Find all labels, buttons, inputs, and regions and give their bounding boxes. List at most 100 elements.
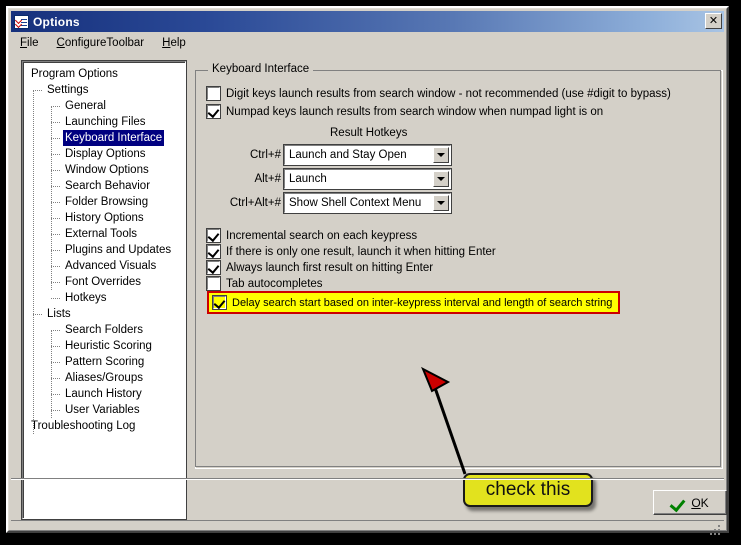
tree-connector (51, 250, 60, 251)
sidebar-item-label: Launch History (65, 388, 142, 400)
sidebar-item-label: Advanced Visuals (65, 260, 157, 272)
tree-connector (51, 218, 60, 219)
sidebar-item-label: Display Options (65, 148, 146, 160)
checkbox-incremental-search[interactable] (206, 228, 221, 243)
green-check-icon (671, 497, 686, 509)
sidebar-item-label: Launching Files (65, 116, 146, 128)
sidebar-item-label: Keyboard Interface (63, 130, 165, 146)
sidebar-item-label: Settings (47, 84, 89, 96)
menu-item-help[interactable]: Help (160, 36, 188, 50)
checkbox-row-delay-search-highlighted[interactable]: Delay search start based on inter-keypre… (207, 291, 620, 314)
checkbox-single-result-enter[interactable] (206, 244, 221, 259)
checkbox-row-tab-autocompletes[interactable]: Tab autocompletes (206, 276, 323, 291)
checkbox-single-result-enter-label: If there is only one result, launch it w… (226, 245, 496, 258)
sidebar-item-settings[interactable]: Settings (27, 82, 183, 98)
sidebar-item-label: General (65, 100, 106, 112)
hotkey-ctrl-alt-value: Show Shell Context Menu (289, 197, 422, 209)
tree-connector (51, 394, 60, 395)
tree-connector (51, 106, 60, 107)
chevron-down-icon[interactable] (433, 147, 449, 163)
tree-connector (51, 266, 60, 267)
tree-connector (51, 154, 60, 155)
sidebar-item-program-options[interactable]: Program Options (27, 66, 183, 82)
hotkey-alt-value: Launch (289, 173, 327, 185)
chevron-down-icon[interactable] (433, 195, 449, 211)
hotkey-row-alt[interactable]: Alt+# Launch (205, 168, 452, 190)
tree-connector (51, 282, 60, 283)
checkbox-row-single-result-enter[interactable]: If there is only one result, launch it w… (206, 244, 496, 259)
tree-connector (51, 170, 60, 171)
resize-grip[interactable] (708, 523, 722, 537)
checkbox-row-incremental-search[interactable]: Incremental search on each keypress (206, 228, 418, 243)
title-bar[interactable]: Options ✕ (11, 11, 724, 32)
checkbox-tab-autocompletes[interactable] (206, 276, 221, 291)
settings-tree-panel[interactable]: Program Options Settings General Launching … (21, 60, 187, 520)
tree-connector (33, 90, 42, 91)
tree-connector (51, 234, 60, 235)
checkbox-incremental-search-label: Incremental search on each keypress (226, 229, 418, 242)
sidebar-item-label: Folder Browsing (65, 196, 149, 208)
groupbox-title: Keyboard Interface (208, 63, 314, 75)
hotkey-ctrl-combo[interactable]: Launch and Stay Open (283, 144, 452, 166)
sidebar-item-lists[interactable]: Lists (27, 306, 183, 322)
sidebar-item-label: Heuristic Scoring (65, 340, 152, 352)
sidebar-item-label: Window Options (65, 164, 149, 176)
settings-tree[interactable]: Program Options Settings General Launching … (27, 66, 183, 434)
checkbox-delay-search[interactable] (212, 295, 227, 310)
tree-connector (51, 410, 60, 411)
checkbox-numpad-keys-label: Numpad keys launch results from search w… (226, 105, 604, 118)
sidebar-item-hotkeys[interactable]: Hotkeys (27, 290, 183, 306)
tree-vline-level1 (33, 90, 34, 434)
status-bar (11, 520, 724, 538)
tree-connector (51, 330, 60, 331)
sidebar-item-label: Troubleshooting Log (31, 420, 136, 432)
menu-configure-accel: C (56, 37, 65, 49)
sidebar-item-label: Hotkeys (65, 292, 107, 304)
tree-vline-level2b (51, 330, 52, 418)
tree-connector (33, 314, 42, 315)
menu-item-file[interactable]: File (18, 36, 41, 50)
tree-connector (51, 346, 60, 347)
checkbox-row-digit-keys[interactable]: Digit keys launch results from search wi… (206, 86, 671, 101)
checkbox-always-launch-first[interactable] (206, 260, 221, 275)
hotkey-ctrl-value: Launch and Stay Open (289, 149, 407, 161)
menu-bar: File ConfigureToolbar Help (11, 34, 724, 52)
hotkey-ctrl-alt-label: Ctrl+Alt+# (229, 197, 281, 209)
footer-separator (11, 478, 724, 480)
sidebar-item-label: Font Overrides (65, 276, 142, 288)
keyboard-interface-pane: Keyboard Interface Digit keys launch res… (195, 61, 723, 507)
hotkey-row-ctrl-alt[interactable]: Ctrl+Alt+# Show Shell Context Menu (205, 192, 452, 214)
hotkey-ctrl-label: Ctrl+# (250, 149, 281, 161)
ok-button[interactable]: OK (653, 490, 727, 515)
tree-connector (51, 298, 60, 299)
sidebar-item-label: External Tools (65, 228, 138, 240)
tree-connector (51, 122, 60, 123)
sidebar-item-label: User Variables (65, 404, 140, 416)
menu-item-configure-toolbar[interactable]: ConfigureToolbar (55, 36, 147, 50)
options-checklist-icon (14, 14, 29, 29)
hotkey-ctrl-alt-combo[interactable]: Show Shell Context Menu (283, 192, 452, 214)
ok-rest: K (700, 495, 709, 510)
sidebar-item-label: Aliases/Groups (65, 372, 143, 384)
tree-connector (51, 186, 60, 187)
hotkey-alt-combo[interactable]: Launch (283, 168, 452, 190)
sidebar-item-label: History Options (65, 212, 144, 224)
checkbox-row-numpad-keys[interactable]: Numpad keys launch results from search w… (206, 104, 604, 119)
hotkey-alt-label: Alt+# (254, 173, 281, 185)
tree-connector (51, 362, 60, 363)
chevron-down-icon[interactable] (433, 171, 449, 187)
hotkey-row-ctrl[interactable]: Ctrl+# Launch and Stay Open (205, 144, 452, 166)
close-icon[interactable]: ✕ (705, 13, 722, 29)
checkbox-digit-keys-label: Digit keys launch results from search wi… (226, 87, 671, 100)
options-window: Options ✕ File ConfigureToolbar Help Pro… (6, 6, 729, 535)
checkbox-digit-keys[interactable] (206, 86, 221, 101)
menu-help-rest: elp (170, 37, 186, 49)
sidebar-item-label: Search Folders (65, 324, 143, 336)
checkbox-row-always-launch-first[interactable]: Always launch first result on hitting En… (206, 260, 434, 275)
checkbox-numpad-keys[interactable] (206, 104, 221, 119)
checkbox-always-launch-first-label: Always launch first result on hitting En… (226, 261, 434, 274)
sidebar-item-label: Pattern Scoring (65, 356, 145, 368)
tree-connector (51, 138, 60, 139)
menu-configure-rest: onfigureToolbar (64, 37, 145, 49)
sidebar-item-troubleshooting-log[interactable]: Troubleshooting Log (27, 418, 183, 434)
